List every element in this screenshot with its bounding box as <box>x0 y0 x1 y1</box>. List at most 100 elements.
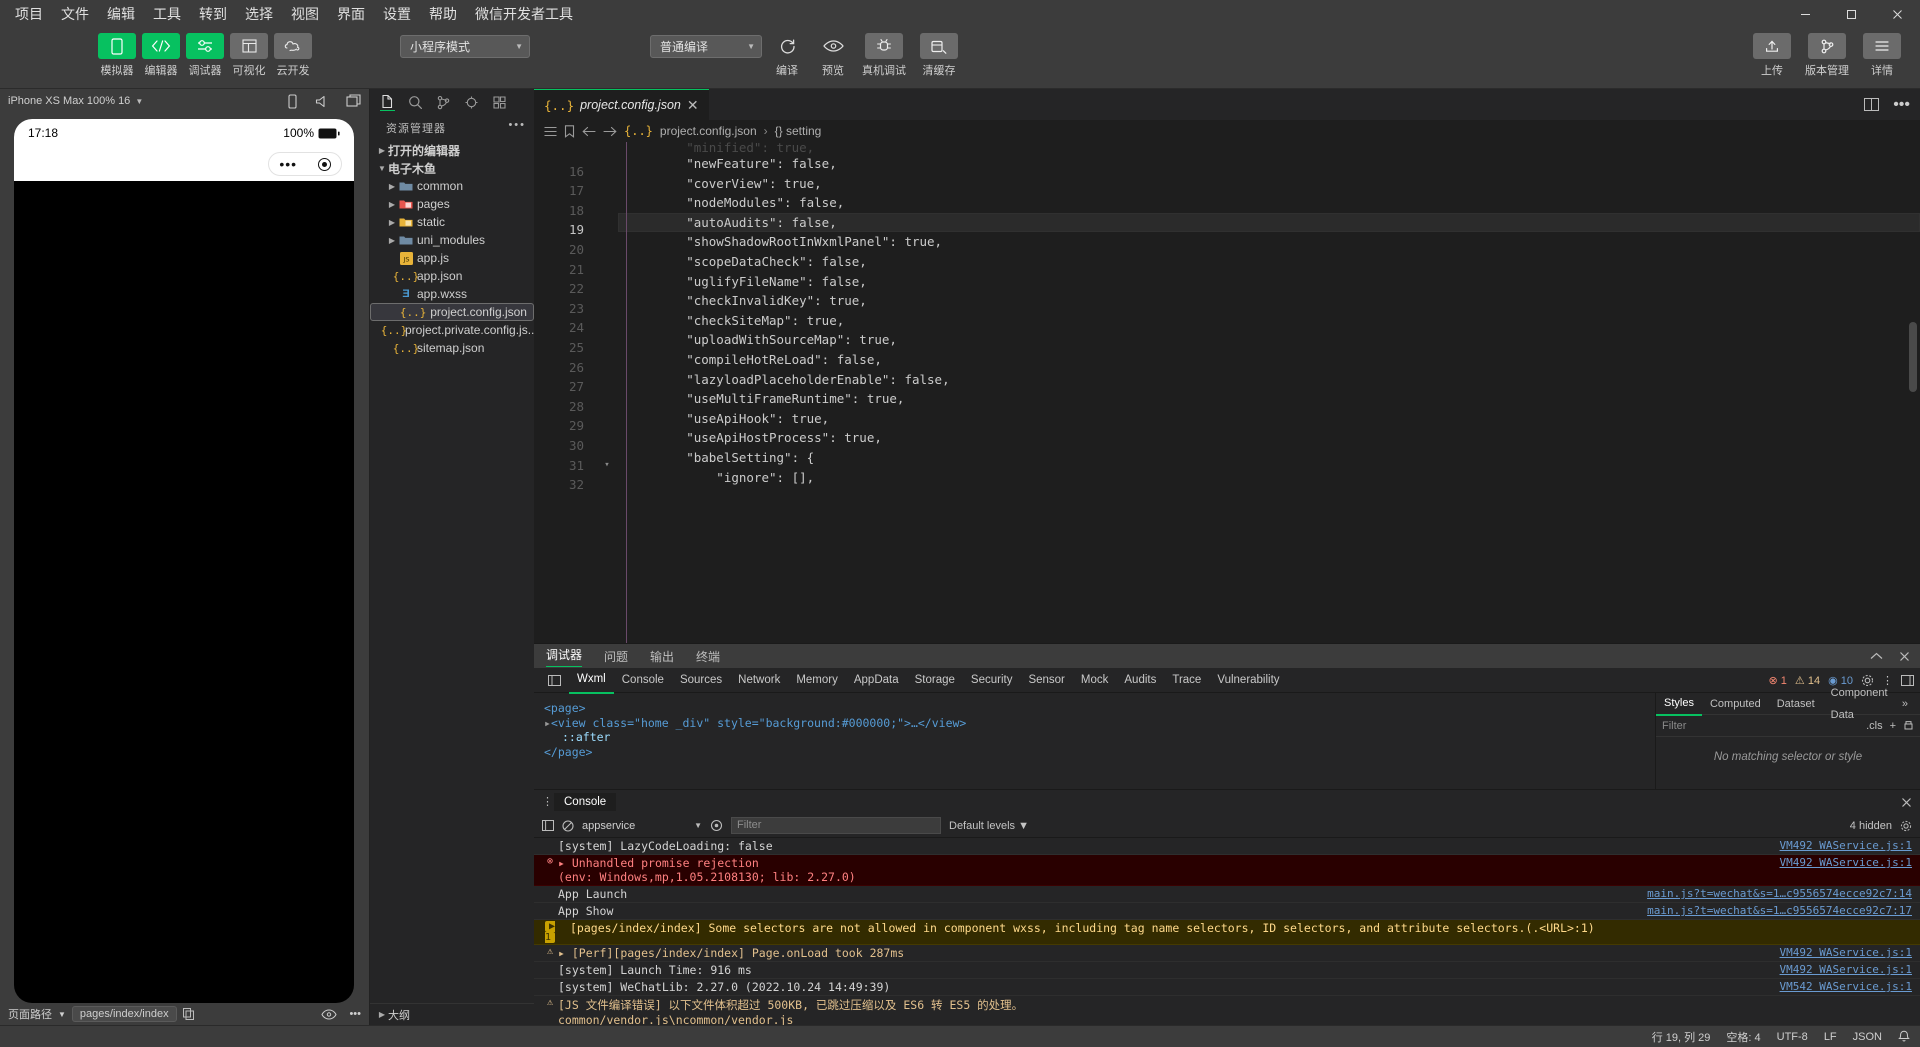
editor-scrollbar[interactable] <box>1908 142 1918 643</box>
devtools-tab-vulnerability[interactable]: Vulnerability <box>1209 668 1287 693</box>
toolbar-compile-button[interactable]: 编译 <box>766 33 808 78</box>
console-row[interactable]: App Launch main.js?t=wechat&s=1…c9556574… <box>534 886 1920 903</box>
explorer-item-app-wxss[interactable]: Ǝ app.wxss <box>370 285 534 303</box>
status-indentation[interactable]: 空格: 4 <box>1726 1029 1760 1045</box>
console-row[interactable]: [system] LazyCodeLoading: false VM492 WA… <box>534 838 1920 855</box>
menu-item-view[interactable]: 视图 <box>282 0 328 28</box>
editor-more-icon[interactable]: ••• <box>1893 96 1910 114</box>
explorer-more-icon[interactable]: ••• <box>508 119 526 131</box>
devtools-tab-console[interactable]: Console <box>614 668 672 693</box>
preview-eye-icon[interactable] <box>321 1009 337 1020</box>
console-source-link[interactable]: main.js?t=wechat&s=1…c9556574ecce92c7:14 <box>1647 887 1912 900</box>
styles-print-icon[interactable] <box>1903 720 1914 731</box>
bell-icon[interactable] <box>1898 1030 1910 1043</box>
status-cursor-position[interactable]: 行 19, 列 29 <box>1652 1029 1711 1045</box>
devtools-tab-wxml[interactable]: Wxml <box>569 667 614 694</box>
styles-overflow-icon[interactable]: » <box>1894 693 1916 715</box>
toolbar-debugger-button[interactable]: 调试器 <box>185 33 225 78</box>
panel-tab-terminal[interactable]: 终端 <box>696 648 720 665</box>
debug-run-icon[interactable] <box>464 95 479 110</box>
explorer-item-sitemap[interactable]: {..} sitemap.json <box>370 339 534 357</box>
menu-item-help[interactable]: 帮助 <box>420 0 466 28</box>
explorer-item-project-private[interactable]: {..} project.private.config.js... <box>370 321 534 339</box>
console-drawer-handle-icon[interactable]: ⋮ <box>542 798 548 807</box>
console-source-link[interactable]: main.js?t=wechat&s=1…c9556574ecce92c7:17 <box>1647 904 1912 917</box>
explorer-open-editors[interactable]: ▶ 打开的编辑器 <box>370 141 534 159</box>
more-options-icon[interactable]: ••• <box>349 1008 361 1020</box>
panel-collapse-icon[interactable] <box>1870 652 1883 661</box>
console-source-link[interactable]: VM492 WAService.js:1 <box>1780 946 1912 959</box>
explorer-item-app-json[interactable]: {..} app.json <box>370 267 534 285</box>
bookmark-icon[interactable] <box>564 125 575 138</box>
menu-item-interface[interactable]: 界面 <box>328 0 374 28</box>
source-control-icon[interactable] <box>436 95 451 110</box>
error-badge[interactable]: ⊗ 1 <box>1769 674 1787 687</box>
menu-item-tools[interactable]: 工具 <box>144 0 190 28</box>
explorer-item-app-js[interactable]: JS app.js <box>370 249 534 267</box>
compile-select[interactable]: 普通编译 ▼ <box>650 35 762 58</box>
explorer-project-root[interactable]: ▼ 电子木鱼 <box>370 159 534 177</box>
console-levels-select[interactable]: Default levels ▼ <box>949 820 1029 832</box>
console-log-list[interactable]: [system] LazyCodeLoading: false VM492 WA… <box>534 838 1920 1025</box>
warning-badge[interactable]: ⚠ 14 <box>1795 674 1820 687</box>
console-row[interactable]: [system] Launch Time: 916 ms VM492 WASer… <box>534 962 1920 979</box>
breadcrumb-symbol[interactable]: {} setting <box>775 124 822 138</box>
panel-tab-debugger[interactable]: 调试器 <box>546 646 582 667</box>
styles-tab-styles[interactable]: Styles <box>1656 692 1702 716</box>
volume-icon[interactable] <box>315 95 330 108</box>
console-source-link[interactable]: VM492 WAService.js:1 <box>1780 963 1912 976</box>
wxml-line-after[interactable]: ::after <box>544 730 1655 745</box>
wechat-capsule[interactable]: ••• <box>268 152 342 176</box>
wxml-line-view[interactable]: ▸<view class="home _div" style="backgrou… <box>544 716 1655 731</box>
close-button[interactable] <box>1874 0 1920 28</box>
copy-path-icon[interactable] <box>183 1008 194 1020</box>
toolbar-details-button[interactable]: 详情 <box>1860 33 1904 78</box>
console-close-icon[interactable] <box>1901 797 1912 808</box>
status-encoding[interactable]: UTF-8 <box>1777 1031 1808 1043</box>
nav-back-icon[interactable] <box>582 126 596 137</box>
panel-close-icon[interactable] <box>1899 651 1910 662</box>
styles-cls-button[interactable]: .cls <box>1866 720 1883 732</box>
mode-select[interactable]: 小程序模式 ▼ <box>400 35 530 58</box>
devtools-tab-appdata[interactable]: AppData <box>846 668 907 693</box>
toolbar-remote-debug-button[interactable]: 真机调试 <box>858 33 910 78</box>
code-lines[interactable]: "minified": true, "newFeature": false, "… <box>618 142 1920 643</box>
fold-toggle-icon[interactable]: ▾ <box>596 456 618 476</box>
device-select-label[interactable]: iPhone XS Max 100% 16 <box>8 95 130 107</box>
code-editor[interactable]: 16 17 18 19 20 21 22 23 24 25 26 27 28 2… <box>534 142 1920 643</box>
menu-item-goto[interactable]: 转到 <box>190 0 236 28</box>
devtools-tab-mock[interactable]: Mock <box>1073 668 1116 693</box>
device-rotate-icon[interactable] <box>286 94 299 109</box>
explorer-item-common[interactable]: ▶ common <box>370 177 534 195</box>
maximize-button[interactable] <box>1828 0 1874 28</box>
devtools-tab-sources[interactable]: Sources <box>672 668 730 693</box>
console-source-link[interactable]: VM542 WAService.js:1 <box>1780 980 1912 993</box>
screenshot-icon[interactable] <box>346 94 361 108</box>
console-source-link[interactable]: VM492 WAService.js:1 <box>1780 856 1912 869</box>
explorer-item-pages[interactable]: ▶ pages <box>370 195 534 213</box>
files-icon[interactable] <box>380 94 395 111</box>
styles-add-rule-icon[interactable]: + <box>1890 720 1896 732</box>
toolbar-editor-button[interactable]: 编辑器 <box>141 33 181 78</box>
devtools-tab-network[interactable]: Network <box>730 668 788 693</box>
console-row[interactable]: [system] WeChatLib: 2.27.0 (2022.10.24 1… <box>534 979 1920 996</box>
search-icon[interactable] <box>408 95 423 110</box>
menu-item-project[interactable]: 项目 <box>6 0 52 28</box>
editor-tab-close-icon[interactable]: ✕ <box>687 97 699 114</box>
styles-filter-input[interactable]: Filter <box>1662 720 1686 732</box>
menu-item-select[interactable]: 选择 <box>236 0 282 28</box>
wxml-tree[interactable]: <page> ▸<view class="home _div" style="b… <box>534 693 1655 789</box>
split-editor-icon[interactable] <box>1864 98 1879 111</box>
console-row-error[interactable]: ⊗ ▸ Unhandled promise rejection (env: Wi… <box>534 855 1920 886</box>
console-tab[interactable]: Console <box>554 793 616 811</box>
toolbar-upload-button[interactable]: 上传 <box>1750 33 1794 78</box>
menu-item-devtools[interactable]: 微信开发者工具 <box>466 0 582 28</box>
menu-item-file[interactable]: 文件 <box>52 0 98 28</box>
styles-tab-computed[interactable]: Computed <box>1702 693 1769 715</box>
panel-tab-output[interactable]: 输出 <box>650 648 674 665</box>
console-eye-icon[interactable] <box>710 819 723 832</box>
console-hidden-count[interactable]: 4 hidden <box>1850 820 1892 832</box>
explorer-item-static[interactable]: ▶ static <box>370 213 534 231</box>
console-row-warning-group[interactable]: ▶ 1 [pages/index/index] Some selectors a… <box>534 920 1920 945</box>
toolbar-cloud-button[interactable]: 云开发 <box>273 33 313 78</box>
